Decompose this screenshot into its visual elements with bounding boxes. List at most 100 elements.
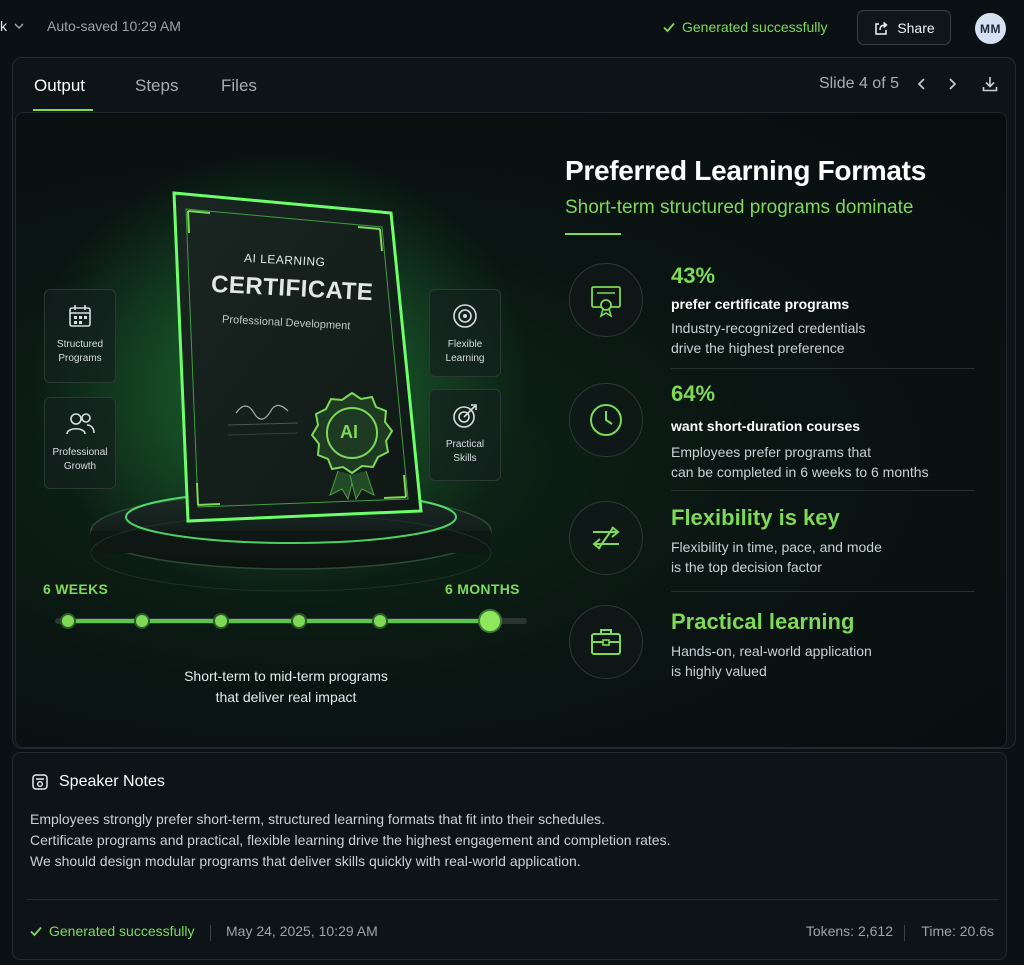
stat-label: want short-duration courses	[671, 418, 861, 434]
slide-navigation: Slide 4 of 5	[819, 75, 999, 93]
slide-subtitle: Short-term structured programs dominate	[565, 197, 914, 218]
stat-icon-circle	[569, 605, 643, 679]
footer-tokens: Tokens: 2,612	[805, 923, 893, 939]
footer-separator	[904, 925, 905, 941]
side-card-label: Skills	[453, 453, 477, 464]
stat-value: Practical learning	[671, 609, 855, 634]
stat-description: Hands-on, real-world application	[671, 643, 872, 659]
slide-title: Preferred Learning Formats	[565, 155, 926, 186]
footer-date: May 24, 2025, 10:29 AM	[226, 923, 378, 939]
item-divider	[671, 490, 975, 491]
slide-counter: Slide 4 of 5	[818, 75, 899, 92]
top-bar: k Auto-saved 10:29 AM Generated successf…	[0, 0, 1024, 56]
timeline-caption: Short-term to mid-term programs that del…	[116, 666, 456, 708]
target-icon	[453, 304, 477, 328]
side-card-label: Structured	[56, 339, 104, 350]
stat-label: prefer certificate programs	[671, 296, 850, 312]
item-divider	[671, 368, 975, 369]
active-tab-indicator	[33, 109, 93, 111]
side-card-practical-skills: Practical Skills	[429, 389, 501, 481]
stat-value: 64%	[671, 381, 716, 406]
chevron-down-icon[interactable]	[13, 20, 25, 32]
output-panel: Output Steps Files Slide 4 of 5 AI LEARN…	[12, 57, 1016, 749]
slide-canvas: AI LEARNING CERTIFICATE Professional Dev…	[15, 112, 1007, 748]
share-label: Share	[897, 19, 935, 36]
notes-icon	[32, 774, 48, 790]
generation-status-text: Generated successfully	[682, 19, 828, 35]
project-name[interactable]: k	[0, 18, 7, 34]
previous-slide-button[interactable]	[915, 77, 929, 91]
notes-line: Employees strongly prefer short-term, st…	[30, 811, 606, 827]
notes-line: We should design modular programs that d…	[30, 853, 581, 869]
next-slide-button[interactable]	[945, 77, 959, 91]
stat-item-certificate: 43% prefer certificate programs Industry…	[565, 263, 975, 363]
tab-steps[interactable]: Steps	[135, 76, 178, 96]
side-card-label: Flexible	[447, 339, 483, 350]
notes-divider	[27, 899, 999, 900]
stat-item-practical: Practical learning Hands-on, real-world …	[565, 605, 975, 685]
project-header: k Auto-saved 10:29 AM	[0, 18, 181, 34]
side-card-flexible-learning: Flexible Learning	[429, 289, 501, 377]
calendar-icon	[69, 305, 91, 327]
generation-status: Generated successfully	[662, 19, 828, 35]
footer-separator	[210, 925, 211, 941]
check-icon	[30, 926, 42, 937]
timeline-start-label: 6 WEEKS	[43, 581, 109, 597]
stat-item-duration: 64% want short-duration courses Employee…	[565, 381, 975, 481]
side-card-label: Growth	[63, 461, 97, 472]
tab-files[interactable]: Files	[221, 76, 257, 96]
stat-value: 43%	[671, 263, 716, 288]
side-card-label: Practical	[445, 439, 485, 450]
chevron-left-icon	[917, 78, 925, 90]
check-icon	[663, 22, 675, 33]
people-icon	[66, 413, 95, 435]
stat-description: can be completed in 6 weeks to 6 months	[671, 464, 929, 480]
slide-content: Preferred Learning Formats Short-term st…	[565, 113, 985, 747]
footer-time: Time: 20.6s	[921, 923, 994, 939]
stat-description: Employees prefer programs that	[671, 444, 871, 460]
clock-icon	[590, 404, 622, 436]
stat-description: is highly valued	[671, 663, 767, 679]
speaker-notes-header: Speaker Notes	[31, 773, 165, 791]
stat-value: Flexibility is key	[671, 505, 840, 530]
share-button[interactable]: Share	[857, 10, 951, 45]
stat-description: Industry-recognized credentials	[671, 320, 866, 336]
stat-icon-circle	[569, 383, 643, 457]
briefcase-icon	[591, 629, 621, 655]
footer-status-text: Generated successfully	[49, 923, 195, 939]
side-card-label: Professional	[52, 447, 108, 458]
share-icon	[875, 21, 888, 35]
side-card-structured-programs: Structured Programs	[44, 289, 116, 383]
bullseye-arrow-icon	[453, 404, 477, 428]
speaker-notes-panel: Speaker Notes Employees strongly prefer …	[12, 752, 1007, 960]
download-button[interactable]	[981, 75, 999, 93]
speaker-notes-text: Employees strongly prefer short-term, st…	[30, 809, 670, 872]
swap-arrows-icon	[592, 526, 620, 550]
tab-bar: Output Steps Files Slide 4 of 5	[13, 58, 1015, 112]
notes-line: Certificate programs and practical, flex…	[30, 832, 671, 848]
title-divider	[565, 233, 621, 235]
certificate-seal-text: AI	[340, 422, 358, 442]
chevron-right-icon	[949, 78, 957, 90]
certificate-icon	[591, 286, 621, 318]
side-card-professional-growth: Professional Growth	[44, 397, 116, 489]
generation-footer: Generated successfully May 24, 2025, 10:…	[29, 923, 994, 943]
stat-icon-circle	[569, 263, 643, 337]
slide-illustration: AI LEARNING CERTIFICATE Professional Dev…	[16, 113, 556, 747]
stat-icon-circle	[569, 501, 643, 575]
download-icon	[982, 77, 998, 92]
timeline-end-label: 6 MONTHS	[445, 581, 520, 597]
speaker-notes-title: Speaker Notes	[59, 773, 165, 790]
avatar[interactable]: MM	[975, 13, 1006, 44]
side-card-label: Learning	[445, 353, 485, 364]
timeline-caption-line: that deliver real impact	[215, 689, 357, 705]
stat-description: drive the highest preference	[671, 340, 845, 356]
timeline-caption-line: Short-term to mid-term programs	[184, 668, 388, 684]
side-card-label: Programs	[58, 353, 102, 364]
stat-item-flexibility: Flexibility is key Flexibility in time, …	[565, 501, 975, 581]
autosave-status: Auto-saved 10:29 AM	[47, 18, 181, 34]
stat-description: Flexibility in time, pace, and mode	[671, 539, 882, 555]
tab-output[interactable]: Output	[34, 76, 85, 96]
footer-status: Generated successfully	[29, 923, 195, 939]
item-divider	[671, 591, 975, 592]
